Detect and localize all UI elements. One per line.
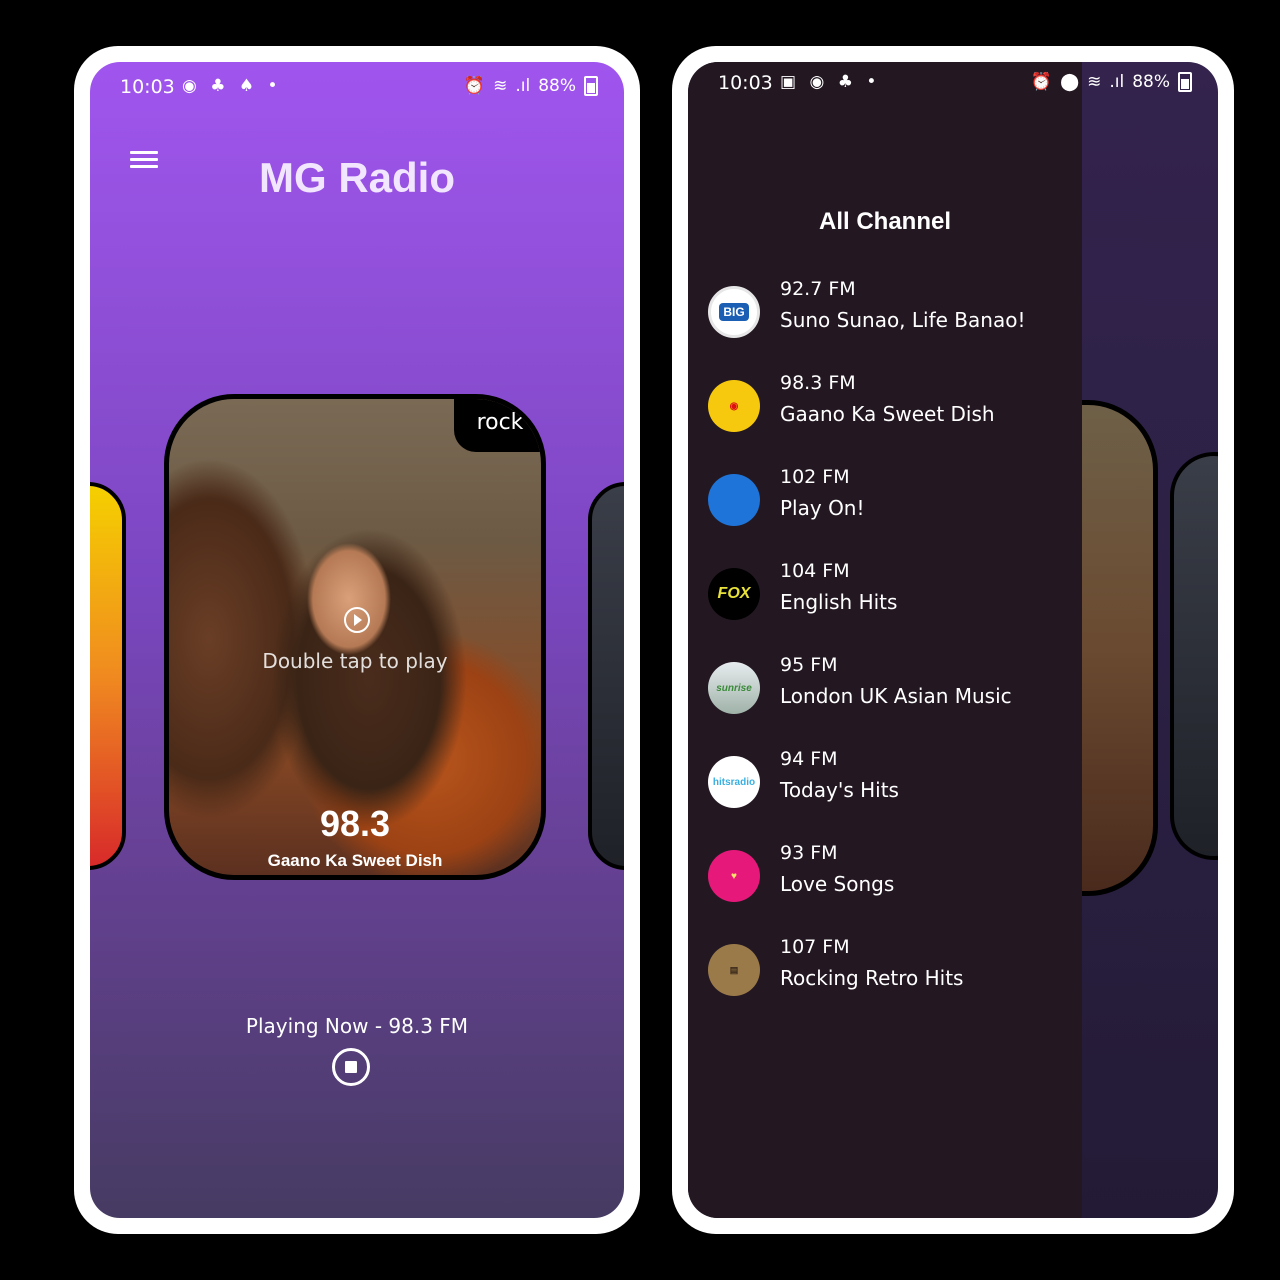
channel-item[interactable]: BIG 92.7 FM Suno Sunao, Life Banao! (688, 276, 1082, 370)
status-time: 10:03 (120, 76, 175, 98)
wifi-icon: ≋ (1087, 72, 1102, 92)
love-songs-logo: ♥ (708, 850, 760, 902)
sunrise-radio-logo: sunrise (708, 662, 760, 714)
carousel-card-prev[interactable] (90, 482, 126, 870)
channel-frequency: 94 FM (780, 748, 838, 770)
player-screen: 10:03 ◉ ♣ ♠ • ⏰ ≋ .ıl 88% MG Radio rock … (90, 62, 624, 1218)
battery-percent: 88% (538, 76, 576, 96)
channel-frequency: 107 FM (780, 936, 850, 958)
channel-drawer: 10:03 ▣ ◉ ♣ • All Channel BIG 92.7 FM Su… (688, 62, 1082, 1218)
stop-button[interactable] (332, 1048, 370, 1086)
channel-name: London UK Asian Music (780, 684, 1012, 708)
station-name: Gaano Ka Sweet Dish (267, 851, 443, 870)
status-right: ⏰ ≋ .ıl 88% (464, 76, 598, 96)
channel-frequency: 104 FM (780, 560, 850, 582)
notification-icons: ◉ ♣ ♠ • (182, 76, 282, 96)
channel-item[interactable]: 102 FM Play On! (688, 464, 1082, 558)
channel-frequency: 95 FM (780, 654, 838, 676)
channel-item[interactable]: FOX 104 FM English Hits (688, 558, 1082, 652)
channel-item[interactable]: hitsradio 94 FM Today's Hits (688, 746, 1082, 840)
channel-name: Suno Sunao, Life Banao! (780, 308, 1026, 332)
alarm-icon: ⏰ (1030, 72, 1053, 92)
fox-fm-logo: FOX (708, 568, 760, 620)
channel-frequency: 98.3 FM (780, 372, 856, 394)
channel-name: English Hits (780, 590, 898, 614)
genre-tag: rock (454, 399, 541, 452)
status-bar-right: ⏰ ⬤ ≋ .ıl 88% (688, 72, 1218, 102)
alarm-icon: ⏰ (463, 76, 486, 96)
double-tap-hint: Double tap to play (262, 649, 448, 673)
channel-name: Rocking Retro Hits (780, 966, 964, 990)
channel-frequency: 102 FM (780, 466, 850, 488)
location-icon: ⬤ (1060, 72, 1080, 92)
channel-frequency: 93 FM (780, 842, 838, 864)
channel-frequency: 92.7 FM (780, 278, 856, 300)
status-right: ⏰ ⬤ ≋ .ıl 88% (1031, 72, 1192, 92)
carousel-card-next[interactable] (588, 482, 624, 870)
red-fm-logo: ◉ (708, 380, 760, 432)
channel-name: Gaano Ka Sweet Dish (780, 402, 995, 426)
battery-icon (1178, 72, 1192, 92)
play-icon[interactable] (344, 607, 370, 633)
big-fm-logo: BIG (708, 286, 760, 338)
app-title: MG Radio (259, 154, 455, 201)
channel-item[interactable]: sunrise 95 FM London UK Asian Music (688, 652, 1082, 746)
channel-name: Love Songs (780, 872, 895, 896)
hits-radio-logo: hitsradio (708, 756, 760, 808)
blue-circle-logo (708, 474, 760, 526)
channel-list: BIG 92.7 FM Suno Sunao, Life Banao! ◉ 98… (688, 276, 1082, 1028)
drawer-title: All Channel (818, 208, 951, 235)
phone-frame-left: 10:03 ◉ ♣ ♠ • ⏰ ≋ .ıl 88% MG Radio rock … (74, 46, 640, 1234)
signal-icon: .ıl (515, 76, 531, 96)
wifi-icon: ≋ (493, 76, 508, 96)
retro-radio-logo: ▤ (708, 944, 760, 996)
phone-frame-right: rock 10:03 ▣ ◉ ♣ • All Channel BIG 92.7 … (672, 46, 1234, 1234)
station-card[interactable]: rock Double tap to play 98.3 Gaano Ka Sw… (164, 394, 546, 880)
channel-item[interactable]: ◉ 98.3 FM Gaano Ka Sweet Dish (688, 370, 1082, 464)
channel-name: Play On! (780, 496, 865, 520)
playing-now-label: Playing Now - 98.3 FM (245, 1014, 469, 1038)
status-bar: 10:03 ◉ ♣ ♠ • ⏰ ≋ .ıl 88% (90, 76, 624, 106)
drawer-screen: rock 10:03 ▣ ◉ ♣ • All Channel BIG 92.7 … (688, 62, 1218, 1218)
channel-item[interactable]: ♥ 93 FM Love Songs (688, 840, 1082, 934)
channel-name: Today's Hits (780, 778, 899, 802)
background-carousel-card-next (1170, 452, 1218, 860)
battery-icon (584, 76, 598, 96)
station-frequency: 98.3 (319, 803, 391, 844)
channel-item[interactable]: ▤ 107 FM Rocking Retro Hits (688, 934, 1082, 1028)
signal-icon: .ıl (1109, 72, 1125, 92)
battery-percent: 88% (1132, 72, 1170, 92)
